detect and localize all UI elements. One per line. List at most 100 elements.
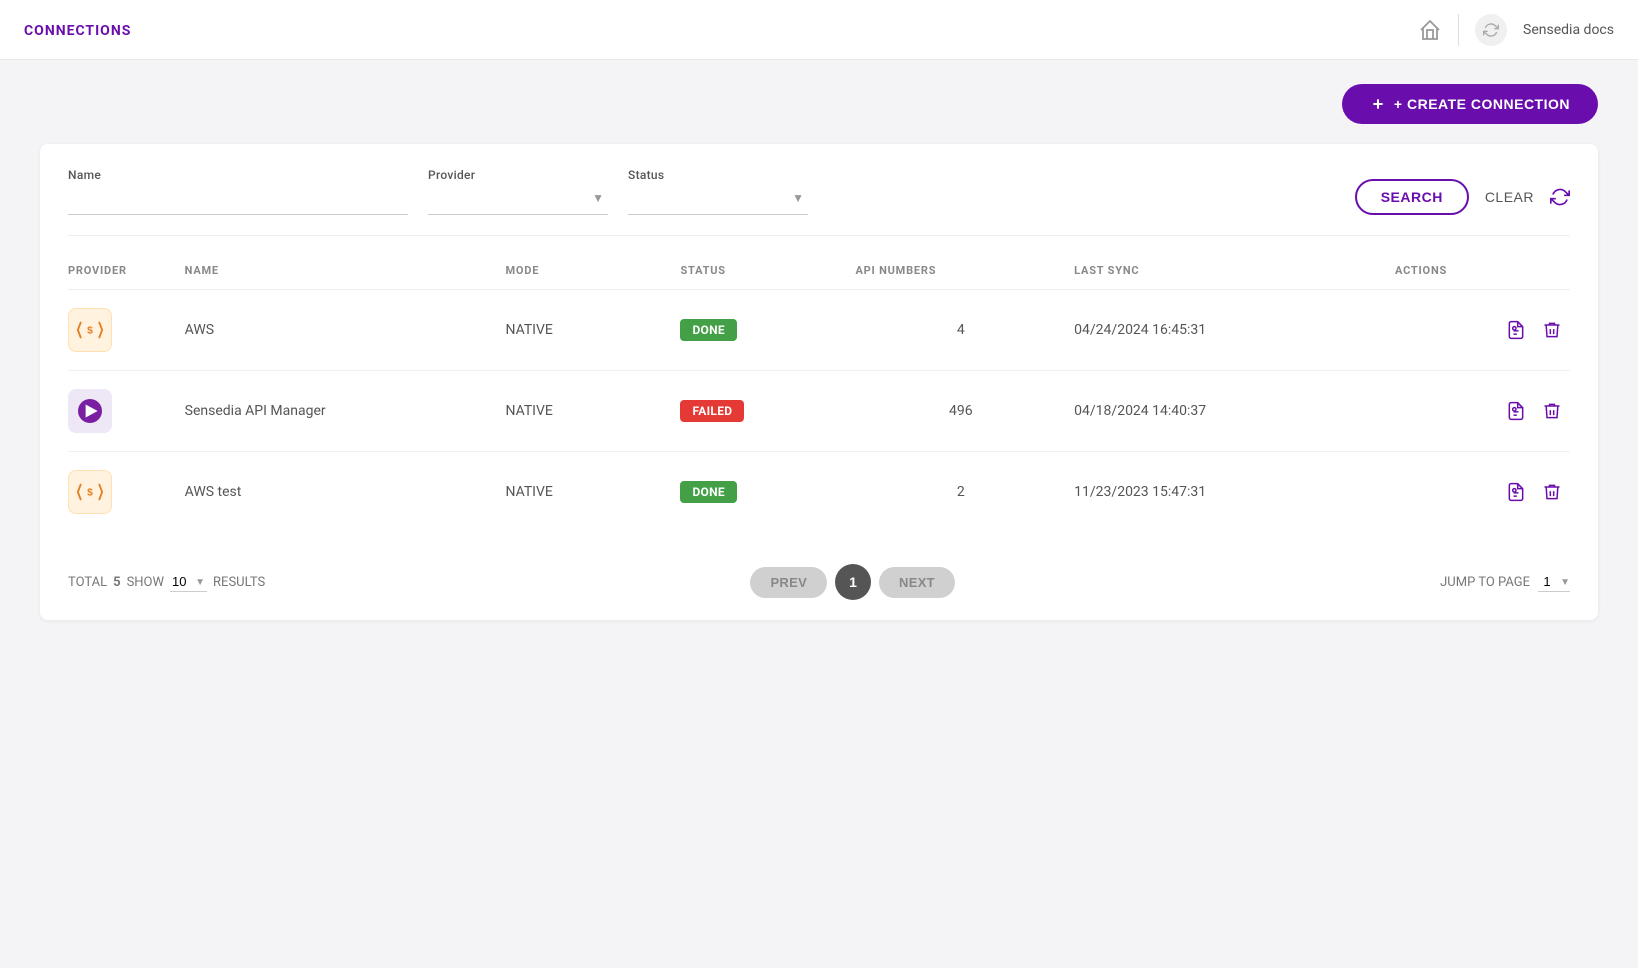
col-header-api-numbers: API NUMBERS [855,252,1074,290]
col-header-last-sync: LAST SYNC [1074,252,1395,290]
jump-input[interactable] [1538,572,1570,592]
filter-card: Name Provider AWS Sensedia API Manager ▼… [40,144,1598,620]
table-row: $ AWS testNATIVEDONE211/23/2023 15:47:31 [68,452,1570,533]
cell-mode: NATIVE [505,371,680,452]
col-header-provider: PROVIDER [68,252,185,290]
status-badge: DONE [680,319,737,341]
docs-link[interactable]: Sensedia docs [1523,22,1614,38]
show-label: SHOW [127,575,164,590]
home-icon[interactable] [1418,18,1442,42]
provider-filter-select[interactable]: AWS Sensedia API Manager [428,186,608,215]
cell-last-sync: 04/24/2024 16:45:31 [1074,290,1395,371]
view-button[interactable] [1506,320,1526,340]
create-connection-label: + CREATE CONNECTION [1394,96,1570,112]
page-1-button[interactable]: 1 [835,564,871,600]
view-icon [1506,320,1526,340]
cell-actions [1395,371,1570,452]
sensedia-provider-icon [68,389,112,433]
cell-last-sync: 11/23/2023 15:47:31 [1074,452,1395,533]
create-btn-row: + CREATE CONNECTION [40,84,1598,124]
view-icon [1506,482,1526,502]
svg-text:$: $ [87,488,93,499]
table-row: Sensedia API ManagerNATIVEFAILED 49604/18… [68,371,1570,452]
name-filter-label: Name [68,168,408,182]
jump-to-page: JUMP TO PAGE ▼ [1440,572,1570,592]
cell-name: AWS test [185,452,506,533]
delete-button[interactable] [1542,320,1562,340]
filter-actions: SEARCH CLEAR [1355,179,1570,215]
plus-icon [1370,96,1386,112]
status-select-wrapper: DONE FAILED ▼ [628,186,808,215]
cell-actions [1395,452,1570,533]
cell-last-sync: 04/18/2024 14:40:37 [1074,371,1395,452]
pagination-info: TOTAL 5 SHOW 10 20 50 ▼ RESULTS [68,572,265,592]
delete-icon [1542,401,1562,421]
show-select-wrapper: 10 20 50 ▼ [170,572,207,592]
col-header-mode: MODE [505,252,680,290]
cell-status: DONE [680,452,855,533]
prev-button[interactable]: PREV [750,567,827,598]
status-badge: DONE [680,481,737,503]
cell-name: AWS [185,290,506,371]
provider-filter-field: Provider AWS Sensedia API Manager ▼ [428,168,608,215]
show-select[interactable]: 10 20 50 [170,572,207,592]
results-label: RESULTS [213,575,265,590]
delete-icon [1542,482,1562,502]
delete-button[interactable] [1542,401,1562,421]
connections-table: PROVIDER NAME MODE STATUS API NUMBERS LA… [68,252,1570,532]
table-body: $ AWSNATIVEDONE404/24/2024 16:45:31 [68,290,1570,533]
jump-input-wrapper: ▼ [1538,572,1570,592]
create-connection-button[interactable]: + CREATE CONNECTION [1342,84,1598,124]
cell-provider-icon: $ [68,452,185,533]
svg-text:$: $ [87,326,93,337]
cell-mode: NATIVE [505,452,680,533]
action-icons [1395,482,1562,502]
cell-mode: NATIVE [505,290,680,371]
refresh-button[interactable] [1550,187,1570,207]
action-icons [1395,401,1562,421]
cell-api-numbers: 4 [855,290,1074,371]
status-filter-field: Status DONE FAILED ▼ [628,168,808,215]
refresh-icon [1550,187,1570,207]
provider-select-wrapper: AWS Sensedia API Manager ▼ [428,186,608,215]
sensedia-icon-svg [78,399,102,423]
total-value: 5 [113,575,120,590]
aws-provider-icon: $ [68,308,112,352]
aws-provider-icon: $ [68,470,112,514]
status-filter-select[interactable]: DONE FAILED [628,186,808,215]
next-button[interactable]: NEXT [879,567,955,598]
col-header-status: STATUS [680,252,855,290]
table-section: PROVIDER NAME MODE STATUS API NUMBERS LA… [68,236,1570,548]
name-filter-input[interactable] [68,186,408,215]
col-header-name: NAME [185,252,506,290]
nav-divider [1458,14,1459,46]
app-title: CONNECTIONS [24,23,131,39]
nav-refresh-icon[interactable] [1475,14,1507,46]
cell-status: FAILED [680,371,855,452]
search-button[interactable]: SEARCH [1355,179,1469,215]
cell-name: Sensedia API Manager [185,371,506,452]
cell-api-numbers: 496 [855,371,1074,452]
pagination-controls: PREV 1 NEXT [750,564,954,600]
nav-left: CONNECTIONS [24,20,131,39]
col-header-actions: ACTIONS [1395,252,1570,290]
main-content: + CREATE CONNECTION Name Provider AWS Se… [0,60,1638,644]
provider-filter-label: Provider [428,168,608,182]
aws-icon-svg: $ [76,480,104,504]
clear-button[interactable]: CLEAR [1485,189,1534,205]
name-filter-field: Name [68,168,408,215]
delete-button[interactable] [1542,482,1562,502]
jump-label: JUMP TO PAGE [1440,575,1530,590]
view-icon [1506,401,1526,421]
table-row: $ AWSNATIVEDONE 404/24/2024 16:45:31 [68,290,1570,371]
view-button[interactable] [1506,401,1526,421]
cell-provider-icon: $ [68,290,185,371]
view-button[interactable] [1506,482,1526,502]
action-icons [1395,320,1562,340]
total-label: TOTAL [68,575,107,590]
cell-actions [1395,290,1570,371]
pagination-row: TOTAL 5 SHOW 10 20 50 ▼ RESULTS PREV 1 N… [68,548,1570,620]
cell-status: DONE [680,290,855,371]
top-navigation: CONNECTIONS Sensedia docs [0,0,1638,60]
status-badge: FAILED [680,400,744,422]
